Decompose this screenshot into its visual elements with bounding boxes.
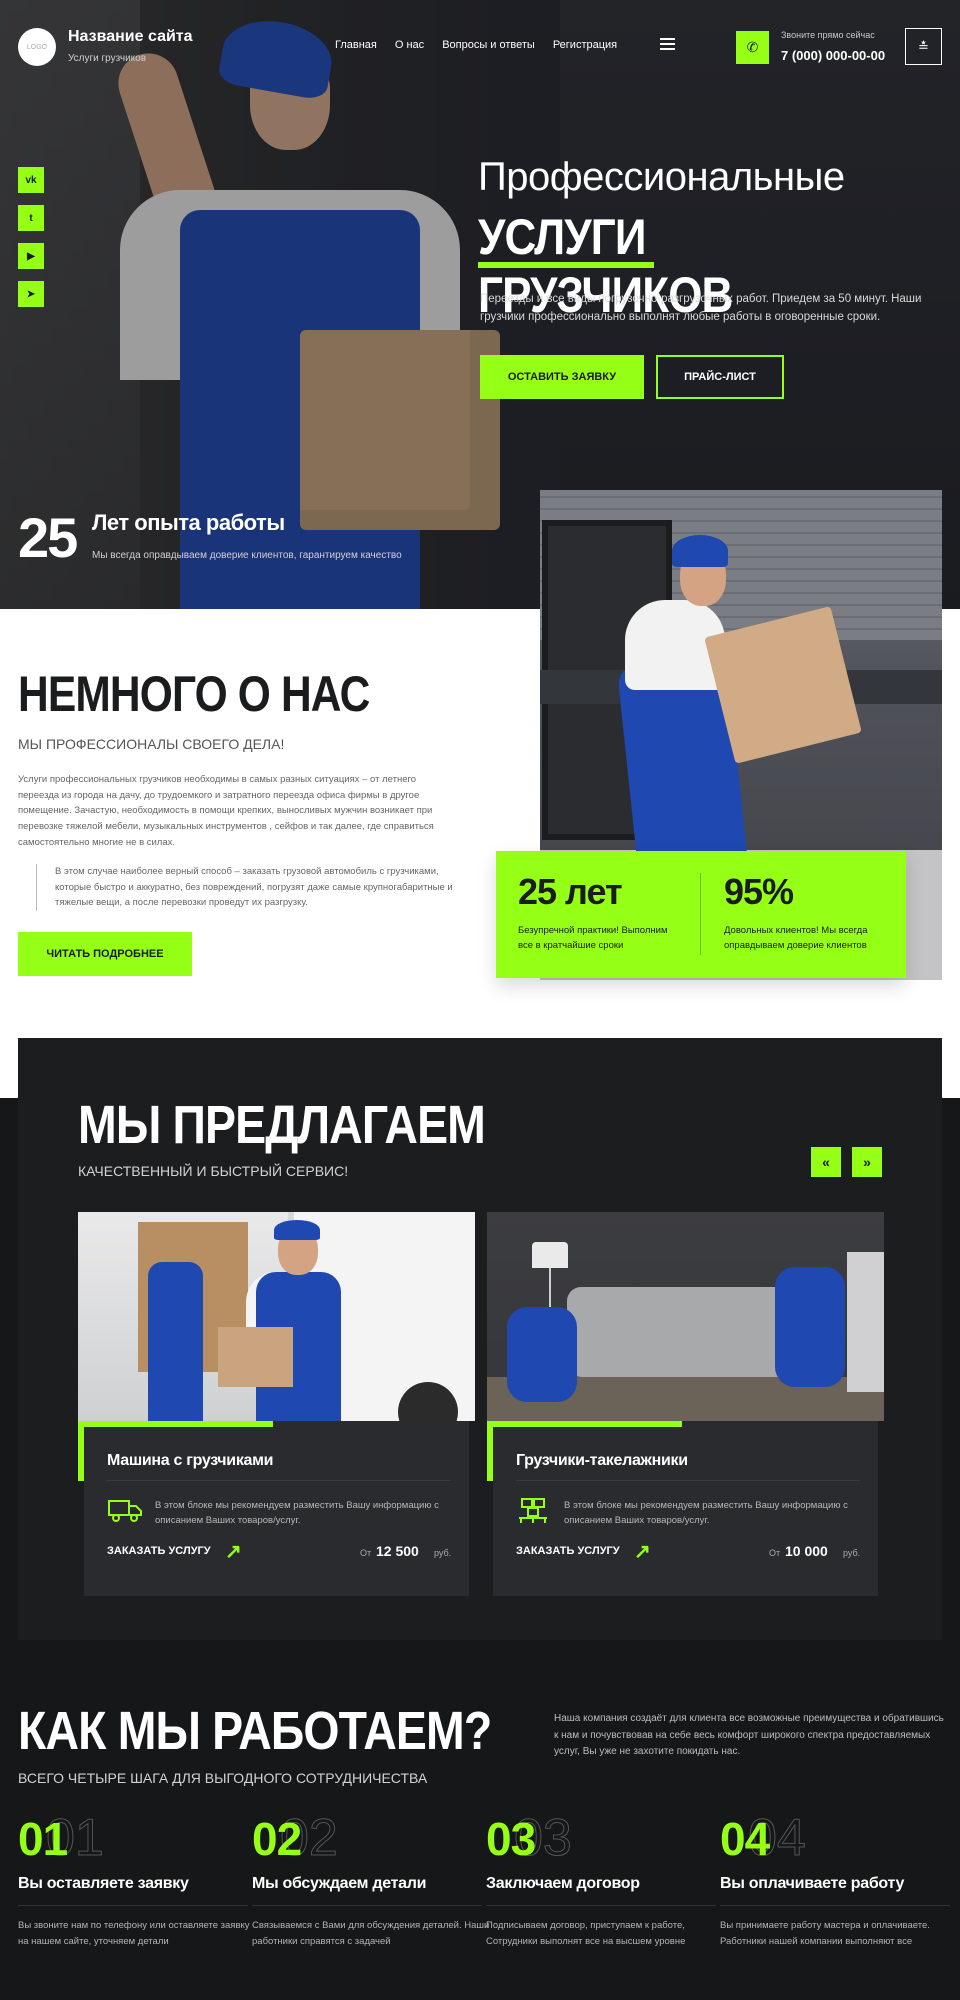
stat-years-text: Безупречной практики! Выполним все в кра… [518, 925, 668, 952]
about-subtitle: МЫ ПРОФЕССИОНАЛЫ СВОЕГО ДЕЛА! [18, 736, 285, 752]
youtube-icon[interactable]: ▶ [18, 243, 44, 269]
price-list-button[interactable]: ПРАЙС-ЛИСТ [656, 355, 784, 399]
vk-icon[interactable]: vk [18, 167, 44, 193]
site-subtitle: Услуги грузчиков [68, 53, 147, 64]
price-currency: руб. [843, 1548, 861, 1558]
step-number: 04 [720, 1813, 770, 1865]
about-title: НЕМНОГО О НАС [18, 666, 370, 722]
hero-description: Переезды и все виды погрузочно-разгрузоч… [480, 293, 922, 324]
step-divider [720, 1905, 950, 1906]
step-title: Вы оплачиваете работу [720, 1875, 905, 1892]
step-divider [18, 1905, 248, 1906]
step-number: 03 [486, 1813, 536, 1865]
card1-photo-cap [274, 1220, 320, 1240]
card1-photo-box [218, 1327, 293, 1387]
step-title: Заключаем договор [486, 1875, 640, 1892]
step-divider [486, 1905, 716, 1906]
main-nav: Главная О нас Вопросы и ответы Регистрац… [335, 39, 617, 51]
hero-title-line1: Профессиональные [478, 155, 845, 199]
twitter-icon[interactable]: t [18, 205, 44, 231]
step-desc: Вы звоните нам по телефону или оставляет… [18, 1920, 250, 1947]
how-title: КАК МЫ РАБОТАЕМ? [18, 1701, 492, 1761]
step-number: 02 [252, 1813, 302, 1865]
card2-photo-mover1 [507, 1307, 577, 1402]
card1-photo-mover1 [148, 1262, 203, 1421]
menu-icon[interactable] [660, 38, 675, 50]
slider-prev-button[interactable]: « [811, 1147, 841, 1177]
logo[interactable]: LOGO [18, 28, 56, 66]
experience-number: 25 [18, 506, 78, 569]
card-divider [516, 1480, 860, 1481]
phone-hint: Звоните прямо сейчас [781, 30, 875, 40]
phone-icon[interactable]: ✆ [736, 31, 769, 64]
service-card-desc: В этом блоке мы рекомендуем разместить В… [155, 1500, 439, 1527]
stat-clients-value: 95% [724, 871, 794, 912]
stat-clients-text: Довольных клиентов! Мы всегда оправдывае… [724, 925, 868, 952]
nav-item-about[interactable]: О нас [395, 39, 424, 51]
card2-photo-shelf [847, 1252, 884, 1392]
nav-item-register[interactable]: Регистрация [553, 39, 617, 51]
price-currency: руб. [434, 1548, 452, 1558]
card-accent-bar [487, 1421, 682, 1427]
step-desc: Подписываем договор, приступаем к работе… [486, 1920, 686, 1947]
read-more-button[interactable]: ЧИТАТЬ ПОДРОБНЕЕ [18, 932, 192, 976]
stats-panel: 25 лет Безупречной практики! Выполним вс… [496, 851, 906, 978]
request-button[interactable]: ОСТАВИТЬ ЗАЯВКУ [480, 355, 644, 399]
telegram-icon[interactable]: ➤ [18, 281, 44, 307]
stat-years-value: 25 лет [518, 871, 623, 912]
stats-divider [700, 873, 701, 955]
experience-desc: Мы всегда оправдываем доверие клиентов, … [92, 550, 402, 561]
step-title: Вы оставляете заявку [18, 1875, 189, 1892]
card2-photo-lamp [532, 1242, 568, 1268]
about-text: Услуги профессиональных грузчиков необхо… [18, 774, 434, 848]
about-photo-cap [672, 535, 728, 567]
phone-number[interactable]: 7 (000) 000-00-00 [781, 48, 885, 63]
truck-icon [107, 1496, 143, 1524]
step-number: 01 [18, 1813, 68, 1865]
service-price: 12 500 [376, 1543, 419, 1559]
how-subtitle: ВСЕГО ЧЕТЫРЕ ШАГА ДЛЯ ВЫГОДНОГО СОТРУДНИ… [18, 1770, 428, 1786]
card-divider [107, 1480, 451, 1481]
chevron-down-icon[interactable]: ≛ [905, 28, 942, 65]
card-accent-bar-vertical [78, 1421, 84, 1481]
how-description: Наша компания создаёт для клиента все во… [554, 1713, 944, 1757]
card-accent-bar-vertical [487, 1421, 493, 1481]
site-name[interactable]: Название сайта [68, 28, 193, 46]
order-service-link[interactable]: ЗАКАЗАТЬ УСЛУГУ [516, 1545, 620, 1557]
service-price: 10 000 [785, 1543, 828, 1559]
service-card-photo [487, 1212, 884, 1421]
step-desc: Связываемся с Вами для обсуждения детале… [252, 1920, 490, 1947]
pallet-icon [516, 1496, 552, 1524]
nav-item-faq[interactable]: Вопросы и ответы [442, 39, 535, 51]
service-card-title: Грузчики-такелажники [516, 1452, 688, 1469]
step-title: Мы обсуждаем детали [252, 1875, 427, 1892]
price-from: От [769, 1548, 781, 1558]
step-divider [252, 1905, 482, 1906]
about-quote: В этом случае наиболее верный способ – з… [36, 864, 476, 912]
nav-item-home[interactable]: Главная [335, 39, 377, 51]
order-service-link[interactable]: ЗАКАЗАТЬ УСЛУГУ [107, 1545, 211, 1557]
service-card-desc: В этом блоке мы рекомендуем разместить В… [564, 1500, 848, 1527]
service-card-title: Машина с грузчиками [107, 1452, 274, 1469]
offer-title: МЫ ПРЕДЛАГАЕМ [78, 1095, 486, 1155]
card2-photo-mover2 [775, 1267, 845, 1387]
price-from: От [360, 1548, 372, 1558]
slider-next-button[interactable]: » [852, 1147, 882, 1177]
step-desc: Вы принимаете работу мастера и оплачивае… [720, 1920, 930, 1947]
arrow-up-right-icon[interactable]: ↗ [225, 1539, 242, 1564]
offer-subtitle: КАЧЕСТВЕННЫЙ И БЫСТРЫЙ СЕРВИС! [78, 1163, 349, 1179]
service-card-photo [78, 1212, 475, 1421]
arrow-up-right-icon[interactable]: ↗ [634, 1539, 651, 1564]
card-accent-bar [78, 1421, 273, 1427]
experience-title: Лет опыта работы [92, 510, 285, 535]
